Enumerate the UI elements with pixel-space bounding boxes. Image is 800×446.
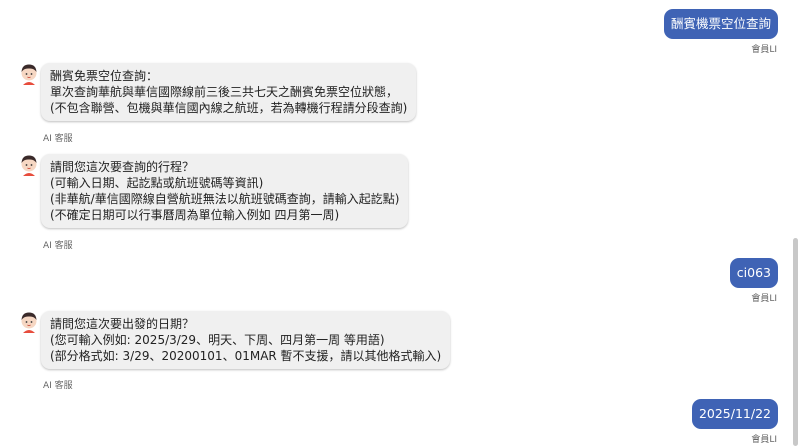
user-message: ci063 會員LI <box>729 258 778 304</box>
message-line: (部分格式如: 3/29、20200101、01MAR 暫不支援，請以其他格式輸… <box>50 349 442 363</box>
person-avatar-icon <box>21 312 37 333</box>
sender-label: 會員LI <box>751 45 777 55</box>
user-message-bubble: 2025/11/22 <box>691 399 778 429</box>
bot-message-bubble: 請問您這次要出發的日期？ (您可輸入例如: 2025/3/29、明天、下周、四月… <box>41 311 451 369</box>
person-avatar-icon <box>21 155 37 176</box>
message-line: (不包含聯營、包機與華信國內線之航班，若為轉機行程請分段查詢) <box>50 101 408 115</box>
sender-label: 會員LI <box>751 435 777 445</box>
person-avatar-icon <box>21 64 37 85</box>
message-line: 酬賓免票空位查詢： <box>50 69 159 83</box>
sender-label: 會員LI <box>751 294 777 304</box>
message-line: 請問您這次要出發的日期？ <box>50 317 195 331</box>
scrollbar[interactable] <box>793 238 798 446</box>
message-line: (您可輸入例如: 2025/3/29、明天、下周、四月第一周 等用語) <box>50 333 385 347</box>
bot-message-bubble: 請問您這次要查詢的行程？ (可輸入日期、起訖點或航班號碼等資訊) (非華航/華信… <box>41 154 409 228</box>
message-line: 請問您這次要查詢的行程？ <box>50 160 195 174</box>
user-message-bubble: ci063 <box>729 258 778 288</box>
message-line: (可輸入日期、起訖點或航班號碼等資訊) <box>50 176 264 190</box>
sender-label: AI 客服 <box>43 241 73 251</box>
sender-label: AI 客服 <box>43 381 73 391</box>
sender-label: AI 客服 <box>43 134 73 144</box>
chat-window: 酬賓機票空位查詢 會員LI 酬賓免票空位查詢： 單次查詢華航與華信國際線前三後三… <box>0 0 800 446</box>
message-line: (不確定日期可以行事曆周為單位輸入例如 四月第一周) <box>50 208 340 222</box>
user-message: 2025/11/22 會員LI <box>691 399 778 445</box>
bot-message-bubble: 酬賓免票空位查詢： 單次查詢華航與華信國際線前三後三共七天之酬賓免票空位狀態， … <box>41 63 417 121</box>
message-line: (非華航/華信國際線自營航班無法以航班號碼查詢，請輸入起訖點) <box>50 192 400 206</box>
message-line: 單次查詢華航與華信國際線前三後三共七天之酬賓免票空位狀態， <box>50 85 399 99</box>
user-message-bubble: 酬賓機票空位查詢 <box>663 9 778 39</box>
user-message: 酬賓機票空位查詢 會員LI <box>663 9 778 55</box>
